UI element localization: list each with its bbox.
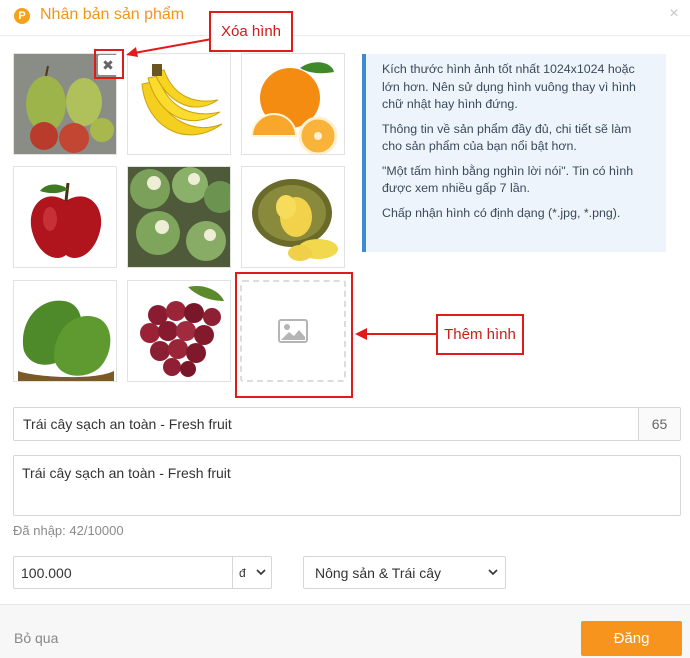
durian-photo xyxy=(242,167,344,267)
tip-line: Thông tin về sản phẩm đầy đủ, chi tiết s… xyxy=(382,121,632,154)
product-image-7[interactable] xyxy=(13,280,117,382)
coconut-photo xyxy=(128,167,230,267)
currency-select[interactable]: đ xyxy=(232,556,272,589)
orange-photo xyxy=(242,54,344,154)
skip-button[interactable]: Bỏ qua xyxy=(14,630,58,646)
product-image-3[interactable] xyxy=(241,53,345,155)
tip-line: Chấp nhận hình có định dạng (*.jpg, *.pn… xyxy=(382,205,621,220)
tip-line: "Một tấm hình bằng nghìn lời nói". Tin c… xyxy=(382,163,634,196)
modal-title: Nhân bản sản phẩm xyxy=(40,6,185,23)
grape-photo xyxy=(128,281,230,381)
product-title-value: Trái cây sạch an toàn - Fresh fruit xyxy=(23,416,232,432)
product-image-8[interactable] xyxy=(127,280,231,382)
header-divider xyxy=(0,35,690,36)
chevron-down-icon xyxy=(488,569,498,576)
chevron-down-icon xyxy=(256,569,266,576)
post-button[interactable]: Đăng xyxy=(581,621,682,656)
app-logo-icon: P xyxy=(14,8,30,24)
soursop-photo xyxy=(14,281,116,381)
category-value: Nông sản & Trái cây xyxy=(315,565,442,581)
currency-symbol: đ xyxy=(239,566,246,580)
title-remaining-count: 65 xyxy=(638,408,680,440)
add-annotation-label: Thêm hình xyxy=(436,314,524,355)
add-arrow-icon xyxy=(355,328,437,340)
typed-count-label: Đã nhập: 42/10000 xyxy=(13,523,124,538)
add-highlight-box xyxy=(235,272,353,398)
remove-annotation-label: Xóa hình xyxy=(209,11,293,52)
product-image-5[interactable] xyxy=(127,166,231,268)
close-icon[interactable]: × xyxy=(666,6,682,22)
product-image-4[interactable] xyxy=(13,166,117,268)
remove-arrow-icon xyxy=(126,38,213,57)
apple-photo xyxy=(14,167,116,267)
modal-footer: Bỏ qua Đăng xyxy=(0,604,690,658)
modal-header: P Nhân bản sản phẩm × xyxy=(0,0,690,34)
product-description-field[interactable]: Trái cây sạch an toàn - Fresh fruit xyxy=(13,455,681,516)
category-select[interactable]: Nông sản & Trái cây xyxy=(303,556,506,589)
tip-line: Kích thước hình ảnh tốt nhất 1024x1024 h… xyxy=(382,62,636,111)
image-tips-panel: Kích thước hình ảnh tốt nhất 1024x1024 h… xyxy=(362,54,666,252)
product-image-2[interactable] xyxy=(127,53,231,155)
product-image-6[interactable] xyxy=(241,166,345,268)
price-field[interactable]: 100.000 xyxy=(13,556,233,589)
remove-highlight-box xyxy=(94,49,124,79)
product-title-field[interactable]: Trái cây sạch an toàn - Fresh fruit 65 xyxy=(13,407,681,441)
banana-photo xyxy=(128,54,230,154)
